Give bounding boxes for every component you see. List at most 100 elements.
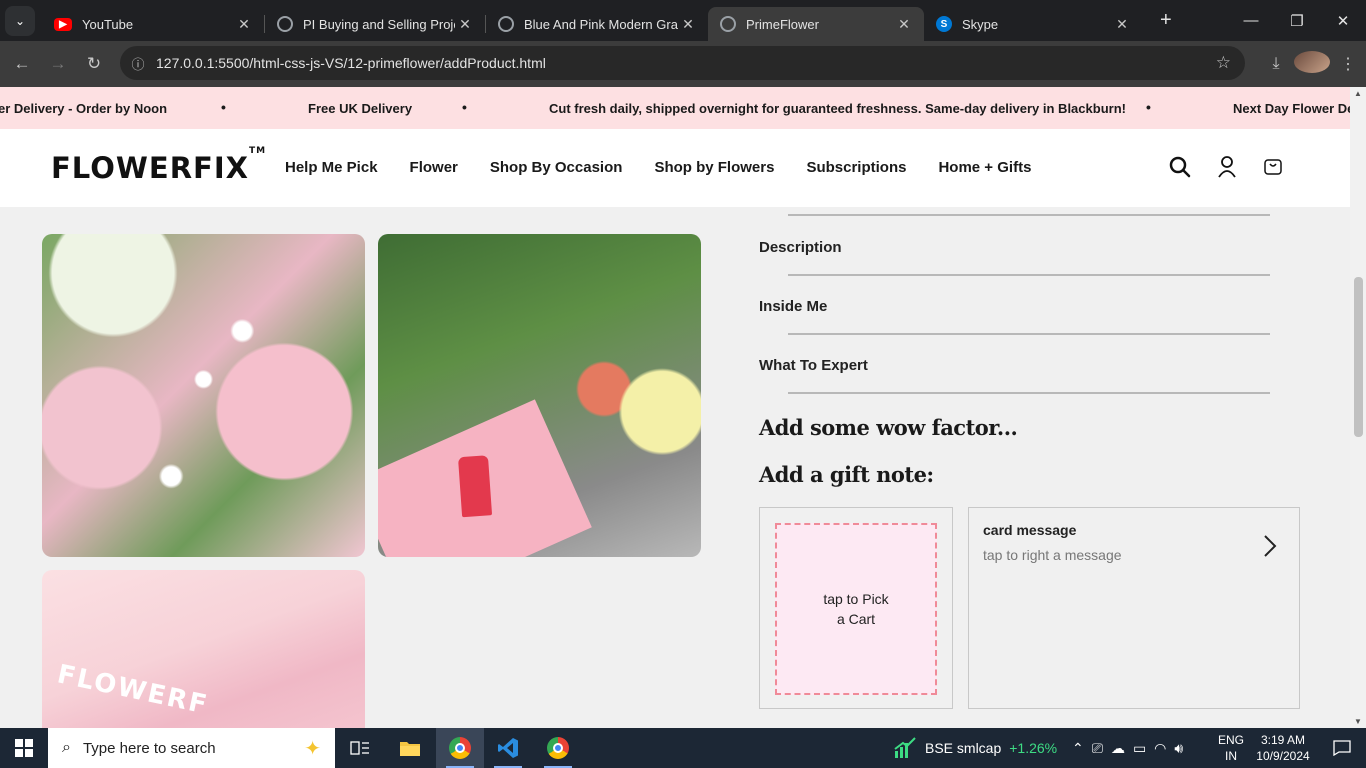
restore-icon[interactable]: ❐ [1274, 0, 1320, 41]
download-icon[interactable]: ⤓ [1258, 55, 1294, 73]
ticker-item: Cut fresh daily, shipped overnight for g… [549, 101, 1126, 116]
language-indicator[interactable]: ENG IN [1217, 732, 1245, 764]
nav-shop-by-flowers[interactable]: Shop by Flowers [654, 159, 774, 176]
card-message-box[interactable]: card message tap to right a message [968, 507, 1300, 709]
globe-icon [720, 16, 736, 32]
new-tab-button[interactable]: + [1160, 9, 1172, 32]
windows-start-button[interactable] [0, 728, 48, 768]
cart-icon[interactable] [1262, 155, 1284, 184]
ticker-separator: • [462, 99, 467, 115]
tab-pi-buying[interactable]: PI Buying and Selling Project ✕ [265, 7, 485, 41]
tab-youtube[interactable]: ▶ YouTube ✕ [42, 7, 264, 41]
notification-icon[interactable] [1318, 728, 1366, 768]
file-explorer-icon[interactable] [386, 728, 434, 768]
browser-tab-bar: ⌄ ▶ YouTube ✕ PI Buying and Selling Proj… [0, 0, 1366, 41]
minimize-icon[interactable]: — [1228, 0, 1274, 41]
profile-avatar[interactable] [1294, 50, 1330, 78]
stock-chart-icon [894, 737, 916, 758]
site-header: FLOWERFIXTM Help Me Pick Flower Shop By … [0, 129, 1350, 207]
chevron-right-icon[interactable] [1263, 534, 1277, 563]
page-scrollbar[interactable]: ▲ ▼ [1350, 87, 1366, 728]
meet-now-icon[interactable]: ⎚ [1092, 740, 1103, 757]
taskbar-clock[interactable]: 3:19 AM 10/9/2024 [1252, 732, 1314, 764]
web-page: er Delivery - Order by Noon • Free UK De… [0, 87, 1350, 728]
scrollbar-thumb[interactable] [1354, 277, 1363, 437]
product-image-card[interactable] [378, 234, 701, 557]
accordion-description[interactable]: Description [759, 239, 842, 256]
close-tab-icon[interactable]: ✕ [1112, 16, 1132, 33]
pick-card-button[interactable]: tap to Pick a Cart [775, 523, 937, 695]
nav-subscriptions[interactable]: Subscriptions [806, 159, 906, 176]
task-view-icon[interactable] [336, 728, 384, 768]
toolbar-actions: ⤓ ⋮ [1258, 41, 1366, 87]
address-bar[interactable]: ⓘ 127.0.0.1:5500/html-css-js-VS/12-prime… [120, 46, 1245, 80]
nav-shop-by-occasion[interactable]: Shop By Occasion [490, 159, 623, 176]
chrome-taskbar-icon-2[interactable] [534, 728, 582, 768]
pick-card-box: tap to Pick a Cart [759, 507, 953, 709]
ticker-item: Next Day Flower Del [1233, 101, 1350, 116]
tab-skype[interactable]: S Skype ✕ [924, 7, 1142, 41]
url-text[interactable]: 127.0.0.1:5500/html-css-js-VS/12-primefl… [156, 55, 546, 71]
onedrive-cloud-icon[interactable]: ☁ [1111, 740, 1125, 757]
product-image-box[interactable]: FLOWERF [42, 570, 365, 728]
wifi-icon[interactable]: ◠ [1154, 740, 1166, 757]
chevron-up-icon[interactable]: ⌃ [1072, 740, 1084, 757]
accordion-inside-me[interactable]: Inside Me [759, 298, 827, 315]
stock-widget[interactable]: BSE smlcap +1.26% [893, 728, 1057, 768]
battery-icon[interactable]: ▭ [1133, 740, 1146, 757]
accordion-what-to-expect[interactable]: What To Expert [759, 357, 868, 374]
ticker-separator: • [1146, 99, 1151, 115]
scroll-up-icon[interactable]: ▲ [1350, 89, 1366, 98]
forward-icon[interactable]: → [40, 54, 76, 74]
volume-icon[interactable]: 🔊︎ [1174, 740, 1183, 757]
taskbar-search-placeholder: Type here to search [82, 739, 216, 757]
greeting-card-illustration [378, 399, 592, 557]
nav-flower[interactable]: Flower [410, 159, 458, 176]
windows-taskbar: ⌕ Type here to search ✦ BSE smlcap +1.26… [0, 728, 1366, 768]
tab-search-button[interactable]: ⌄ [5, 5, 35, 36]
search-icon[interactable] [1168, 155, 1192, 184]
accordion-divider [788, 333, 1270, 335]
menu-kebab-icon[interactable]: ⋮ [1330, 54, 1366, 74]
skype-icon: S [936, 16, 952, 32]
nav-help-me-pick[interactable]: Help Me Pick [285, 159, 378, 176]
announcement-ticker: er Delivery - Order by Noon • Free UK De… [0, 87, 1350, 129]
site-info-icon[interactable]: ⓘ [120, 54, 156, 73]
close-window-icon[interactable]: ✕ [1320, 0, 1366, 41]
windows-logo-icon [15, 739, 33, 757]
globe-icon [277, 16, 293, 32]
header-icons [1168, 155, 1284, 184]
bookmark-star-icon[interactable]: ☆ [1216, 53, 1231, 73]
close-tab-icon[interactable]: ✕ [234, 16, 254, 33]
taskbar-search[interactable]: ⌕ Type here to search ✦ [48, 728, 335, 768]
tab-blue-pink[interactable]: Blue And Pink Modern Graphic ✕ [486, 7, 708, 41]
system-tray: ⌃ ⎚ ☁ ▭ ◠ 🔊︎ [1072, 728, 1183, 768]
chrome-taskbar-icon[interactable] [436, 728, 484, 768]
product-image-bouquet[interactable] [42, 234, 365, 557]
nav-home-gifts[interactable]: Home + Gifts [938, 159, 1031, 176]
sparkle-icon: ✦ [304, 738, 321, 760]
ticker-separator: • [221, 99, 226, 115]
reload-icon[interactable]: ↻ [76, 54, 112, 74]
site-logo[interactable]: FLOWERFIXTM [51, 146, 266, 185]
vscode-taskbar-icon[interactable] [484, 728, 532, 768]
globe-icon [498, 16, 514, 32]
account-icon[interactable] [1216, 155, 1238, 184]
tab-primeflower[interactable]: PrimeFlower ✕ [708, 7, 924, 41]
close-tab-icon[interactable]: ✕ [894, 16, 914, 33]
accordion-divider [788, 392, 1270, 394]
address-toolbar: ← → ↻ ⓘ 127.0.0.1:5500/html-css-js-VS/12… [0, 41, 1366, 87]
search-icon: ⌕ [62, 739, 71, 756]
scroll-down-icon[interactable]: ▼ [1350, 717, 1366, 726]
close-tab-icon[interactable]: ✕ [678, 16, 698, 33]
ice-lolly-icon [457, 455, 493, 518]
back-icon[interactable]: ← [4, 54, 40, 74]
card-message-title: card message [983, 522, 1077, 538]
ticker-item: er Delivery - Order by Noon [0, 101, 168, 116]
card-message-subtitle: tap to right a message [983, 547, 1122, 563]
close-tab-icon[interactable]: ✕ [455, 16, 475, 33]
chevron-down-icon: ⌄ [14, 13, 26, 28]
main-nav: Help Me Pick Flower Shop By Occasion Sho… [285, 159, 1031, 176]
accordion-divider [788, 274, 1270, 276]
ticker-item: Free UK Delivery [308, 101, 413, 116]
